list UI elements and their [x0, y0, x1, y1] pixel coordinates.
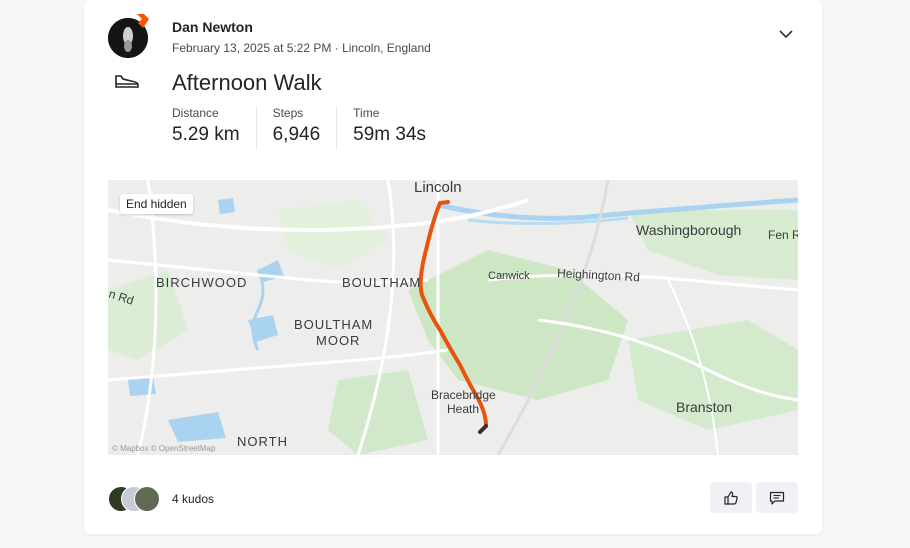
- stat-distance: Distance 5.29 km: [172, 106, 257, 150]
- stat-steps: Steps 6,946: [273, 106, 338, 150]
- activity-card: Dan Newton February 13, 2025 at 5:22 PM …: [84, 0, 822, 534]
- activity-stats: Distance 5.29 km Steps 6,946 Time 59m 34…: [172, 106, 458, 150]
- stat-label: Distance: [172, 106, 219, 120]
- stat-value: 59m 34s: [353, 124, 427, 145]
- stat-value: 5.29 km: [172, 124, 240, 145]
- map-label-bracebridge-heath: Bracebridge: [431, 388, 496, 402]
- map-label-north: NORTH: [237, 434, 288, 449]
- subscriber-badge-icon: [137, 14, 149, 28]
- map-attribution[interactable]: © Mapbox © OpenStreetMap: [112, 444, 215, 453]
- route-map[interactable]: Lincoln Washingborough Fen R Canwick Hei…: [108, 180, 798, 455]
- chevron-down-icon[interactable]: [778, 26, 794, 42]
- thumbs-up-icon: [724, 490, 738, 505]
- stat-value: 6,946: [272, 124, 321, 145]
- give-kudos-button[interactable]: [710, 482, 752, 513]
- stat-label: Time: [353, 106, 380, 120]
- comment-button[interactable]: [756, 482, 798, 513]
- stat-time: Time 59m 34s: [353, 106, 442, 150]
- map-label-bracebridge-heath: Heath: [447, 402, 479, 416]
- map-label-boultham: BOULTHAM: [342, 275, 421, 290]
- stat-label: Steps: [272, 106, 304, 120]
- shoe-icon: [115, 75, 139, 88]
- comment-icon: [769, 491, 785, 505]
- activity-date-location: February 13, 2025 at 5:22 PM · Lincoln, …: [172, 41, 431, 55]
- athlete-name[interactable]: Dan Newton: [172, 19, 253, 35]
- kudos-avatars[interactable]: [108, 486, 168, 512]
- map-label-fen: Fen R: [768, 228, 798, 242]
- end-hidden-badge: End hidden: [120, 194, 193, 214]
- kudos-count[interactable]: 4 kudos: [172, 492, 214, 506]
- avatar: [134, 486, 160, 512]
- activity-title[interactable]: Afternoon Walk: [172, 70, 322, 96]
- map-label-birchwood: BIRCHWOOD: [156, 275, 247, 290]
- map-label-canwick: Canwick: [488, 270, 530, 282]
- map-label-washingborough: Washingborough: [636, 222, 741, 238]
- map-label-boultham-moor: BOULTHAM: [294, 317, 373, 332]
- map-label-lincoln: Lincoln: [414, 180, 462, 196]
- map-label-boultham-moor: MOOR: [316, 333, 360, 348]
- map-label-branston: Branston: [676, 399, 732, 415]
- lake: [218, 198, 235, 214]
